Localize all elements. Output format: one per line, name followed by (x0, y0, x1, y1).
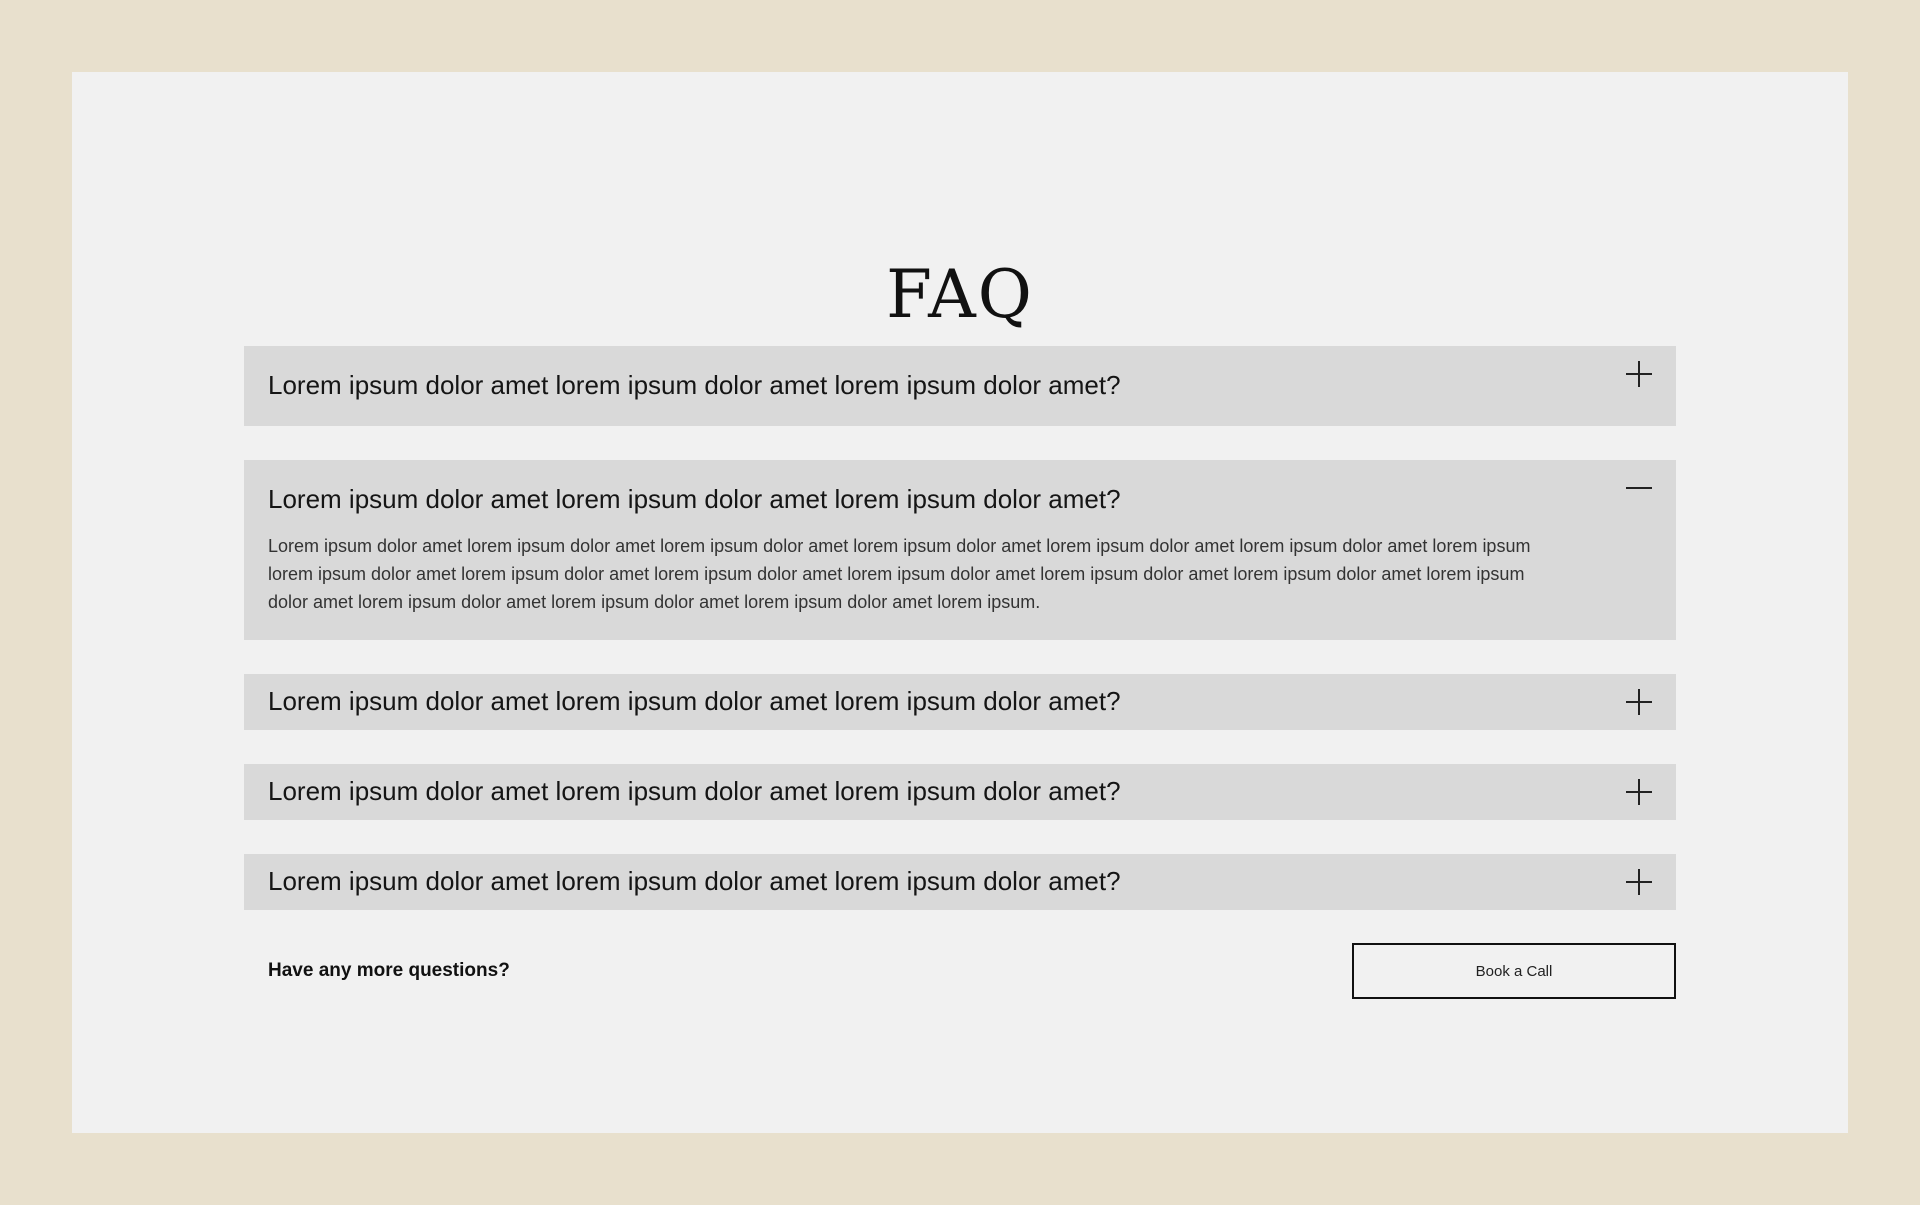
faq-question: Lorem ipsum dolor amet lorem ipsum dolor… (268, 370, 1121, 400)
more-questions-text: Have any more questions? (268, 960, 510, 981)
minus-icon[interactable] (1626, 475, 1652, 501)
plus-icon[interactable] (1626, 361, 1652, 387)
faq-list: Lorem ipsum dolor amet lorem ipsum dolor… (244, 346, 1676, 944)
page-title: FAQ (886, 256, 1034, 333)
faq-item-4[interactable]: Lorem ipsum dolor amet lorem ipsum dolor… (244, 764, 1676, 820)
faq-item-3[interactable]: Lorem ipsum dolor amet lorem ipsum dolor… (244, 674, 1676, 730)
faq-item-1[interactable]: Lorem ipsum dolor amet lorem ipsum dolor… (244, 346, 1676, 426)
plus-icon[interactable] (1626, 689, 1652, 715)
faq-question: Lorem ipsum dolor amet lorem ipsum dolor… (268, 866, 1121, 896)
book-a-call-button[interactable]: Book a Call (1352, 943, 1676, 999)
faq-question: Lorem ipsum dolor amet lorem ipsum dolor… (268, 776, 1121, 806)
plus-icon[interactable] (1626, 779, 1652, 805)
faq-item-5[interactable]: Lorem ipsum dolor amet lorem ipsum dolor… (244, 854, 1676, 910)
faq-question: Lorem ipsum dolor amet lorem ipsum dolor… (268, 686, 1121, 716)
plus-icon[interactable] (1626, 869, 1652, 895)
faq-item-2[interactable]: Lorem ipsum dolor amet lorem ipsum dolor… (244, 460, 1676, 640)
faq-panel: FAQ Lorem ipsum dolor amet lorem ipsum d… (72, 72, 1848, 1133)
faq-footer: Have any more questions? Book a Call (244, 943, 1676, 999)
faq-question: Lorem ipsum dolor amet lorem ipsum dolor… (268, 484, 1121, 514)
faq-answer: Lorem ipsum dolor amet lorem ipsum dolor… (268, 536, 1531, 612)
